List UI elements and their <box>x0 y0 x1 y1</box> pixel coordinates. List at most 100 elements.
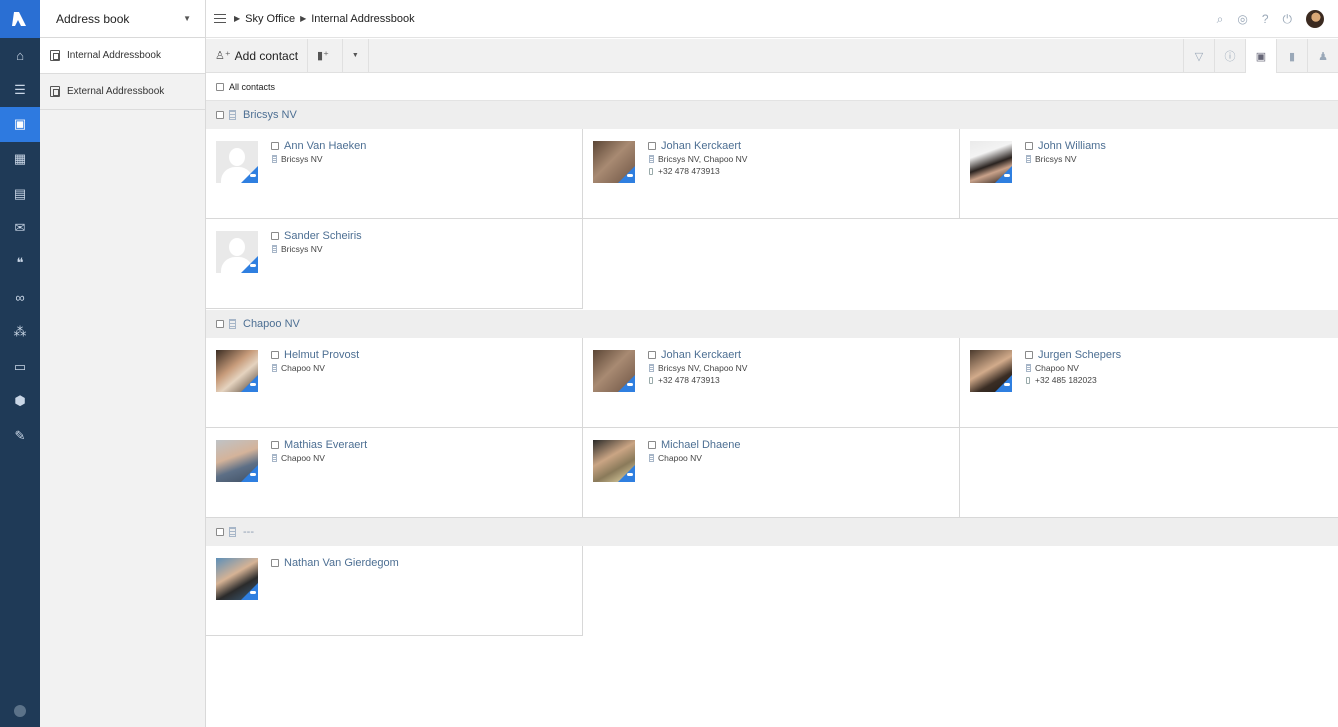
addressbook-icon[interactable]: ▣ <box>0 107 40 142</box>
contact-checkbox[interactable] <box>271 232 279 240</box>
hamburger-menu-icon[interactable] <box>214 14 226 23</box>
contact-card[interactable]: Johan Kerckaert Bricsys NV, Chapoo NV +3… <box>583 129 960 219</box>
contact-checkbox[interactable] <box>648 441 656 449</box>
add-contact-label: Add contact <box>234 48 299 63</box>
contact-checkbox[interactable] <box>271 351 279 359</box>
module-selector[interactable]: Address book ▼ <box>40 0 205 38</box>
contact-phone[interactable]: +32 478 473913 <box>658 166 720 176</box>
building-icon <box>272 245 277 253</box>
all-contacts-checkbox[interactable] <box>216 83 224 91</box>
info-icon[interactable]: ⓘ <box>1214 39 1245 73</box>
contact-company: Bricsys NV <box>281 154 323 164</box>
view-toggles: ▽ ⓘ ▣ ▮ ♟ <box>1183 39 1338 73</box>
cloud-sync-icon <box>995 166 1012 183</box>
contact-card[interactable]: Jurgen Schepers Chapoo NV +32 485 182023 <box>960 338 1338 428</box>
book-item-external[interactable]: External Addressbook <box>40 74 205 110</box>
contact-card[interactable]: Sander Scheiris Bricsys NV <box>206 219 583 309</box>
contact-card[interactable]: Helmut Provost Chapoo NV <box>206 338 583 428</box>
person-icon[interactable]: ♟ <box>1307 39 1338 73</box>
add-company-button[interactable]: ▮⁺ <box>308 38 343 73</box>
more-dropdown-button[interactable]: ▼ <box>343 38 369 73</box>
avatar[interactable] <box>1306 10 1324 28</box>
contact-photo <box>593 141 635 183</box>
breadcrumb-item-current: Internal Addressbook <box>311 12 415 25</box>
group-name: Bricsys NV <box>243 109 297 121</box>
cloud-sync-icon <box>241 375 258 392</box>
contact-name[interactable]: Johan Kerckaert <box>661 140 741 152</box>
contact-phone[interactable]: +32 478 473913 <box>658 375 720 385</box>
building-icon <box>1026 364 1031 372</box>
group-checkbox[interactable] <box>216 528 224 536</box>
contact-name[interactable]: Ann Van Haeken <box>284 140 366 152</box>
group-checkbox[interactable] <box>216 111 224 119</box>
breadcrumb-separator-icon: ▶ <box>300 14 307 23</box>
bricsys-logo[interactable] <box>0 0 40 38</box>
contact-checkbox[interactable] <box>648 351 656 359</box>
power-icon[interactable]: ⏻ <box>1283 12 1293 27</box>
tasks-icon[interactable]: ☰ <box>0 73 40 108</box>
contact-checkbox[interactable] <box>648 142 656 150</box>
contact-name[interactable]: John Williams <box>1038 140 1106 152</box>
book-item-internal[interactable]: Internal Addressbook <box>40 38 205 74</box>
contact-name[interactable]: Helmut Provost <box>284 349 359 361</box>
contact-card[interactable]: Johan Kerckaert Bricsys NV, Chapoo NV +3… <box>583 338 960 428</box>
addressbook-icon <box>50 86 60 97</box>
building-icon <box>649 454 654 462</box>
filter-icon[interactable]: ▽ <box>1183 39 1214 73</box>
org-icon[interactable]: ⁂ <box>0 315 40 350</box>
module-selector-label: Address book <box>56 11 130 26</box>
top-bar: ▶ Sky Office ▶ Internal Addressbook ⌕ ◎ … <box>206 0 1338 38</box>
help-icon[interactable]: ? <box>1262 12 1269 26</box>
contact-name[interactable]: Sander Scheiris <box>284 230 362 242</box>
contact-name[interactable]: Jurgen Schepers <box>1038 349 1121 361</box>
contact-checkbox[interactable] <box>1025 351 1033 359</box>
contact-card[interactable]: Ann Van Haeken Bricsys NV <box>206 129 583 219</box>
toolbar: ♙⁺ Add contact ▮⁺ ▼ ▽ ⓘ ▣ ▮ ♟ <box>206 38 1338 73</box>
home-icon[interactable]: ⌂ <box>0 38 40 73</box>
notes-icon[interactable]: ▤ <box>0 176 40 211</box>
top-tools: ⌕ ◎ ? ⏻ <box>1217 0 1324 38</box>
contact-company: Chapoo NV <box>1035 363 1079 373</box>
contact-card[interactable]: Nathan Van Gierdegom <box>206 546 583 636</box>
globe-icon[interactable]: ◎ <box>1237 12 1247 26</box>
contact-checkbox[interactable] <box>271 559 279 567</box>
company-view-icon[interactable]: ▣ <box>1245 39 1276 73</box>
breadcrumb-item[interactable]: Sky Office <box>245 13 295 25</box>
contact-name[interactable]: Johan Kerckaert <box>661 349 741 361</box>
package-icon[interactable]: ⬢ <box>0 384 40 419</box>
calendar-icon[interactable]: ▦ <box>0 142 40 177</box>
cloud-sync-icon <box>618 465 635 482</box>
contact-photo-placeholder <box>216 231 258 273</box>
quote-icon[interactable]: ❝ <box>0 246 40 281</box>
building-icon <box>229 319 236 329</box>
contact-checkbox[interactable] <box>1025 142 1033 150</box>
link-icon[interactable]: ∞ <box>0 280 40 315</box>
contact-photo <box>970 141 1012 183</box>
contact-photo <box>593 440 635 482</box>
contact-checkbox[interactable] <box>271 142 279 150</box>
contact-checkbox[interactable] <box>271 441 279 449</box>
contact-company: Bricsys NV, Chapoo NV <box>658 154 748 164</box>
contact-name[interactable]: Michael Dhaene <box>661 439 741 451</box>
contact-phone[interactable]: +32 485 182023 <box>1035 375 1097 385</box>
contact-card[interactable]: Mathias Everaert Chapoo NV <box>206 428 583 518</box>
status-dot-icon[interactable] <box>14 705 26 717</box>
contact-company: Chapoo NV <box>281 363 325 373</box>
contact-company: Bricsys NV <box>1035 154 1077 164</box>
building-icon <box>229 110 236 120</box>
search-icon[interactable]: ⌕ <box>1217 12 1224 27</box>
wrench-icon[interactable]: ✎ <box>0 419 40 454</box>
mail-icon[interactable]: ✉ <box>0 211 40 246</box>
contact-name[interactable]: Mathias Everaert <box>284 439 367 451</box>
contact-photo <box>216 440 258 482</box>
contact-card[interactable]: Michael Dhaene Chapoo NV <box>583 428 960 518</box>
cloud-sync-icon <box>618 166 635 183</box>
building-icon <box>272 454 277 462</box>
group-checkbox[interactable] <box>216 320 224 328</box>
forms-icon[interactable]: ▭ <box>0 349 40 384</box>
chevron-down-icon: ▼ <box>351 52 359 59</box>
contact-card[interactable]: John Williams Bricsys NV <box>960 129 1338 219</box>
add-contact-button[interactable]: ♙⁺ Add contact <box>206 38 309 73</box>
building-icon[interactable]: ▮ <box>1276 39 1307 73</box>
contact-name[interactable]: Nathan Van Gierdegom <box>284 557 399 569</box>
